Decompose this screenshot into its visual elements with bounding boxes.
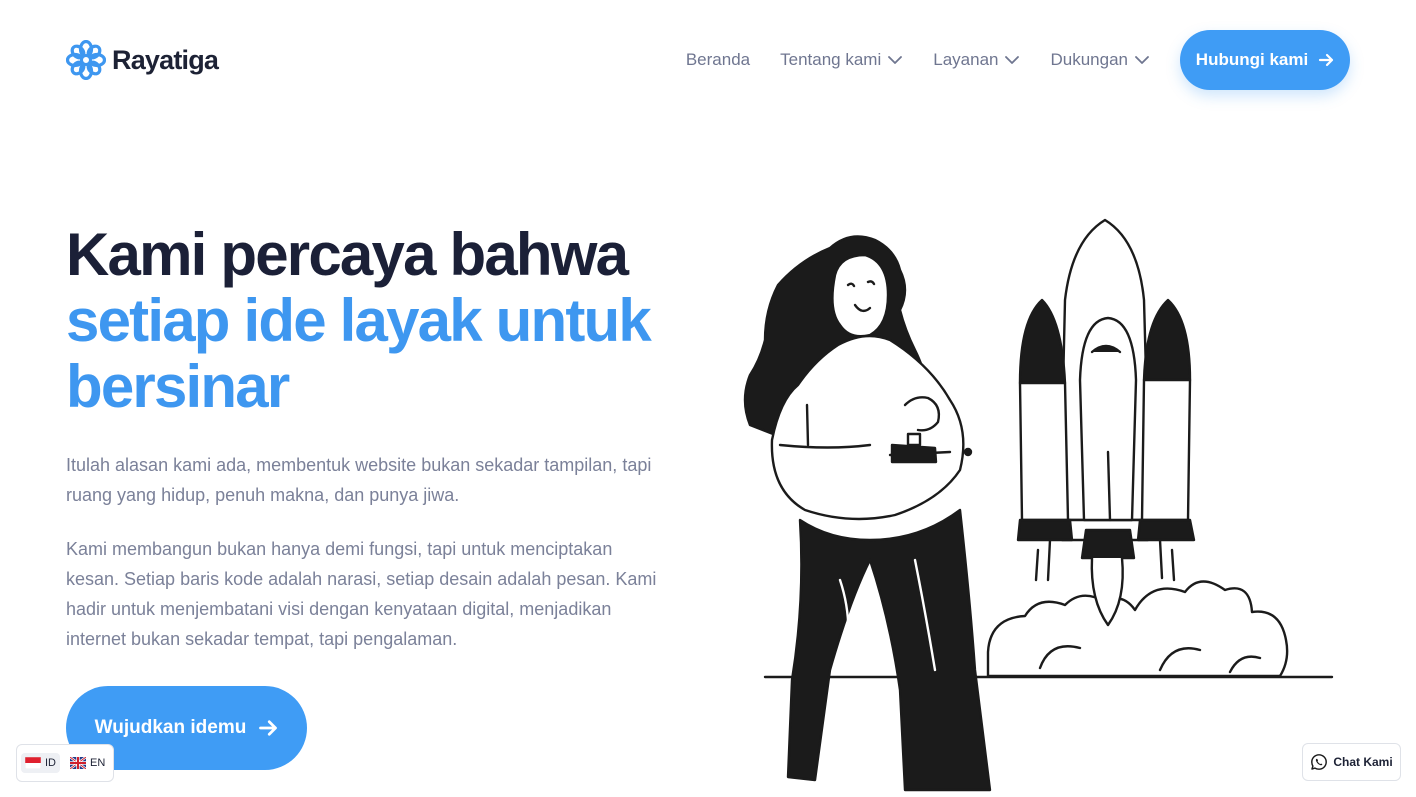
make-your-idea-label: Wujudkan idemu [94,717,247,738]
chevron-down-icon [1005,56,1020,64]
nav-item-label: Dukungan [1050,50,1128,69]
flower-icon [66,40,106,80]
arrow-right-icon [259,720,278,736]
nav-item-label: Beranda [685,50,751,69]
hero-title-line: Kami percaya bahwa [66,221,629,288]
brand-name: Rayatiga [112,44,219,75]
hero-title: Kami percaya bahwa setiap ide layak untu… [66,222,706,420]
arrow-right-icon [1319,53,1334,67]
main-nav: Beranda Tentang kami Layanan Dukungan Hu… [656,30,1350,90]
whatsapp-icon [1311,754,1328,770]
uk-flag-icon [70,757,86,769]
indonesia-flag-icon [25,757,41,769]
language-code: ID [45,757,56,769]
chat-label: Chat Kami [1333,755,1393,769]
hero-paragraph-1: Itulah alasan kami ada, membentuk websit… [66,455,652,505]
language-switcher: ID EN [16,744,114,782]
chevron-down-icon [888,56,903,64]
hero-paragraph-2: Kami membangun bukan hanya demi fungsi, … [66,539,657,649]
nav-item-layanan[interactable]: Layanan [933,50,1020,70]
brand-logo[interactable]: Rayatiga [66,40,219,80]
nav-item-tentang-kami[interactable]: Tentang kami [780,50,903,70]
nav-item-dukungan[interactable]: Dukungan [1050,50,1150,70]
contact-us-button[interactable]: Hubungi kami [1180,30,1350,90]
language-option-en[interactable]: EN [66,753,109,773]
nav-item-beranda[interactable]: Beranda [686,50,750,70]
chat-button[interactable]: Chat Kami [1302,743,1401,781]
hero-title-highlight: setiap ide layak untuk [66,287,652,354]
contact-us-label: Hubungi kami [1195,50,1309,69]
language-code: EN [90,757,106,769]
hero-title-highlight: bersinar [66,353,290,420]
chevron-down-icon [1135,56,1149,64]
language-option-id[interactable]: ID [21,753,60,773]
woman-launching-rocket-illustration [743,218,1334,792]
nav-item-label: Tentang kami [780,50,882,69]
nav-item-label: Layanan [933,50,999,69]
site-header: Rayatiga Beranda Tentang kami Layanan Du… [66,30,1350,90]
